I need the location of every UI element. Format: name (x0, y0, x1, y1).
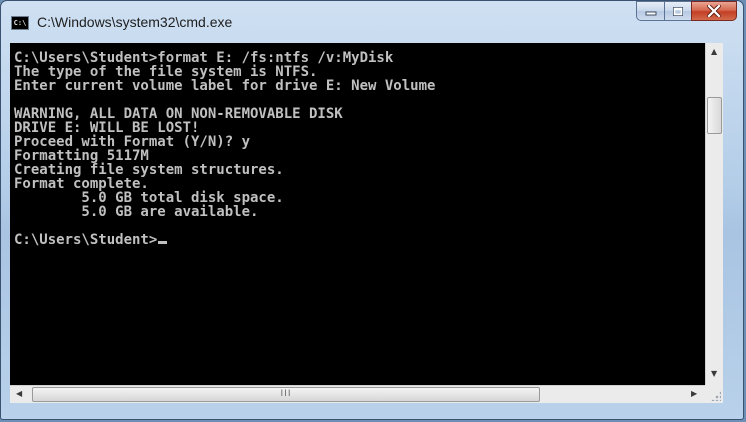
cmd-app-icon[interactable]: C:\ (11, 16, 29, 30)
scroll-left-arrow-icon[interactable]: ◀ (16, 390, 22, 398)
cmd-window: C:\ C:\Windows\system32\cmd.exe C:\Users… (0, 0, 744, 420)
close-button[interactable] (691, 1, 737, 21)
close-icon (707, 5, 721, 17)
maximize-button[interactable] (664, 1, 691, 21)
scroll-down-arrow-icon[interactable]: ▼ (711, 370, 717, 378)
minimize-icon (645, 11, 656, 16)
scroll-thumb-grip-icon: III (280, 389, 292, 399)
scroll-up-arrow-icon[interactable]: ▲ (711, 48, 717, 56)
title-bar[interactable]: C:\ C:\Windows\system32\cmd.exe (1, 1, 743, 43)
resize-grip-icon[interactable] (711, 391, 721, 401)
vertical-scroll-thumb[interactable] (707, 97, 722, 134)
console-text: C:\Users\Student>format E: /fs:ntfs /v:M… (10, 43, 705, 247)
window-title: C:\Windows\system32\cmd.exe (37, 14, 233, 30)
text-cursor (158, 241, 168, 244)
window-bottom-frame (1, 403, 743, 419)
vertical-scrollbar[interactable]: ▲ ▼ (705, 43, 723, 385)
console-output-area[interactable]: C:\Users\Student>format E: /fs:ntfs /v:M… (10, 43, 705, 385)
horizontal-scroll-thumb[interactable]: III (32, 387, 540, 402)
minimize-button[interactable] (636, 1, 664, 21)
caption-buttons (636, 1, 737, 23)
maximize-icon (673, 6, 683, 16)
console-lines: C:\Users\Student>format E: /fs:ntfs /v:M… (14, 50, 436, 248)
scrollbar-corner (705, 385, 723, 403)
scroll-right-arrow-icon[interactable]: ▶ (691, 390, 697, 398)
horizontal-scrollbar[interactable]: ◀ III ▶ (10, 385, 705, 403)
